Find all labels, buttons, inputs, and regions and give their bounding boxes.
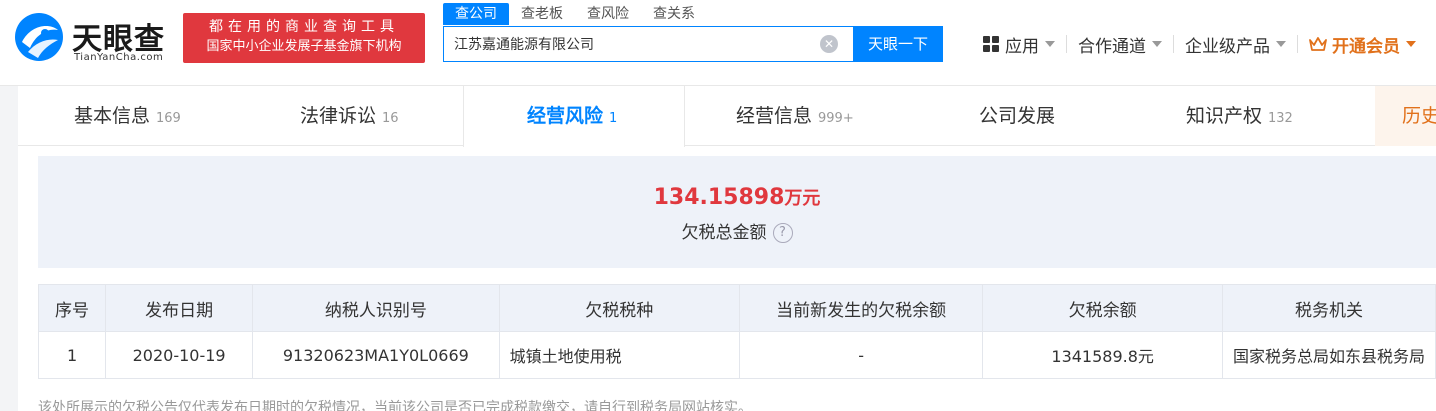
main-content: 基本信息 169 法律诉讼 16 经营风险 1 经营信息 999+ 公司发展 知识产权 1… — [18, 86, 1436, 411]
tab-count: 132 — [1268, 111, 1293, 126]
search-button[interactable]: 天眼一下 — [853, 26, 943, 62]
top-nav: 应用 合作通道 企业级产品 开通会员 — [983, 32, 1416, 57]
tab-ip[interactable]: 知识产权 132 — [1186, 86, 1293, 146]
cell-taxpayer-id: 91320623MA1Y0L0669 — [252, 331, 500, 379]
apps-grid-icon — [983, 36, 999, 52]
section-tabs: 基本信息 169 法律诉讼 16 经营风险 1 经营信息 999+ 公司发展 知识产权 1… — [18, 86, 1436, 147]
tianyancha-logo-icon — [15, 13, 63, 61]
cell-date: 2020-10-19 — [105, 331, 254, 379]
search-type-tabs: 查公司 查老板 查风险 查关系 — [443, 3, 707, 25]
slogan-banner[interactable]: 都在用的商业查询工具 国家中小企业发展子基金旗下机构 — [183, 13, 425, 63]
cell-balance: 1341589.8元 — [982, 331, 1223, 379]
tab-label: 基本信息 — [74, 105, 151, 127]
cell-authority[interactable]: 国家税务总局如东县税务局 — [1221, 331, 1436, 379]
cell-index: 1 — [37, 331, 107, 379]
col-header-authority: 税务机关 — [1221, 284, 1436, 332]
chevron-down-icon — [1045, 41, 1055, 47]
chevron-down-icon — [1406, 41, 1416, 47]
disclaimer-note: 该处所展示的欠税公告仅代表发布日期时的欠税情况，当前该公司是否已完成税款缴交，请… — [38, 400, 752, 411]
table-row: 1 2020-10-19 91320623MA1Y0L0669 城镇土地使用税 … — [37, 331, 1436, 379]
chevron-down-icon — [1152, 41, 1162, 47]
amount-value: 134.15898 — [653, 185, 785, 210]
clear-icon[interactable]: ✕ — [820, 35, 838, 53]
col-header-new-balance: 当前新发生的欠税余额 — [738, 284, 984, 332]
tax-summary-card: 134.15898万元 欠税总金额? — [38, 156, 1436, 268]
slogan-line-1: 都在用的商业查询工具 — [209, 19, 399, 35]
tab-development[interactable]: 公司发展 — [979, 86, 1055, 146]
tab-label: 经营信息 — [736, 105, 813, 127]
tab-count: 169 — [156, 111, 181, 126]
help-icon[interactable]: ? — [772, 223, 793, 243]
tab-count: 1 — [609, 111, 618, 126]
chevron-down-icon — [1276, 41, 1286, 47]
top-header: 天眼查 TianYanCha.com 都在用的商业查询工具 国家中小企业发展子基… — [0, 0, 1436, 86]
tab-business-risk[interactable]: 经营风险 1 — [527, 86, 618, 146]
tab-label: 经营风险 — [527, 105, 604, 127]
tab-basic-info[interactable]: 基本信息 169 — [74, 86, 181, 146]
cell-new-balance: - — [738, 331, 984, 379]
table-header-row: 序号 发布日期 纳税人识别号 欠税税种 当前新发生的欠税余额 欠税余额 税务机关 — [37, 284, 1436, 332]
nav-channel[interactable]: 合作通道 — [1078, 32, 1162, 57]
tab-label: 知识产权 — [1186, 105, 1263, 127]
nav-vip[interactable]: 开通会员 — [1309, 32, 1416, 57]
tax-total-label-row: 欠税总金额? — [38, 218, 1436, 243]
nav-channel-label: 合作通道 — [1078, 36, 1146, 57]
search-tab-risk[interactable]: 查风险 — [575, 3, 641, 25]
slogan-line-2: 国家中小企业发展子基金旗下机构 — [206, 39, 402, 54]
nav-divider — [1297, 35, 1298, 53]
col-header-index: 序号 — [37, 284, 107, 332]
search-tab-boss[interactable]: 查老板 — [509, 3, 575, 25]
nav-divider — [1066, 35, 1067, 53]
nav-divider — [1173, 35, 1174, 53]
tax-table: 序号 发布日期 纳税人识别号 欠税税种 当前新发生的欠税余额 欠税余额 税务机关… — [37, 284, 1436, 379]
nav-apps[interactable]: 应用 — [983, 32, 1055, 57]
search-box: ✕ 天眼一下 — [443, 26, 943, 62]
tab-business-info[interactable]: 经营信息 999+ — [736, 86, 854, 146]
tax-total-amount: 134.15898万元 — [38, 184, 1436, 210]
nav-enterprise[interactable]: 企业级产品 — [1185, 32, 1286, 57]
col-header-tax-type: 欠税税种 — [498, 284, 740, 332]
col-header-date: 发布日期 — [105, 284, 254, 332]
col-header-taxpayer-id: 纳税人识别号 — [252, 284, 500, 332]
crown-icon — [1309, 37, 1327, 51]
nav-vip-label: 开通会员 — [1332, 36, 1400, 57]
search-tab-company[interactable]: 查公司 — [443, 3, 509, 25]
search-input[interactable] — [444, 27, 854, 61]
tab-label: 历史 — [1402, 105, 1436, 127]
tab-legal[interactable]: 法律诉讼 16 — [300, 86, 399, 146]
logo[interactable]: 天眼查 TianYanCha.com — [14, 10, 174, 66]
tab-label: 法律诉讼 — [300, 105, 377, 127]
tax-total-label: 欠税总金额 — [681, 223, 767, 243]
tab-history[interactable]: 历史 — [1402, 86, 1436, 146]
logo-domain: TianYanCha.com — [74, 52, 164, 63]
tab-count: 16 — [382, 111, 399, 126]
nav-apps-label: 应用 — [1005, 36, 1039, 57]
cell-tax-type: 城镇土地使用税 — [498, 331, 740, 379]
search-tab-relation[interactable]: 查关系 — [641, 3, 707, 25]
col-header-balance: 欠税余额 — [982, 284, 1223, 332]
nav-enterprise-label: 企业级产品 — [1185, 36, 1270, 57]
tab-count: 999+ — [818, 111, 854, 126]
tab-label: 公司发展 — [979, 105, 1056, 127]
amount-unit: 万元 — [784, 188, 821, 209]
